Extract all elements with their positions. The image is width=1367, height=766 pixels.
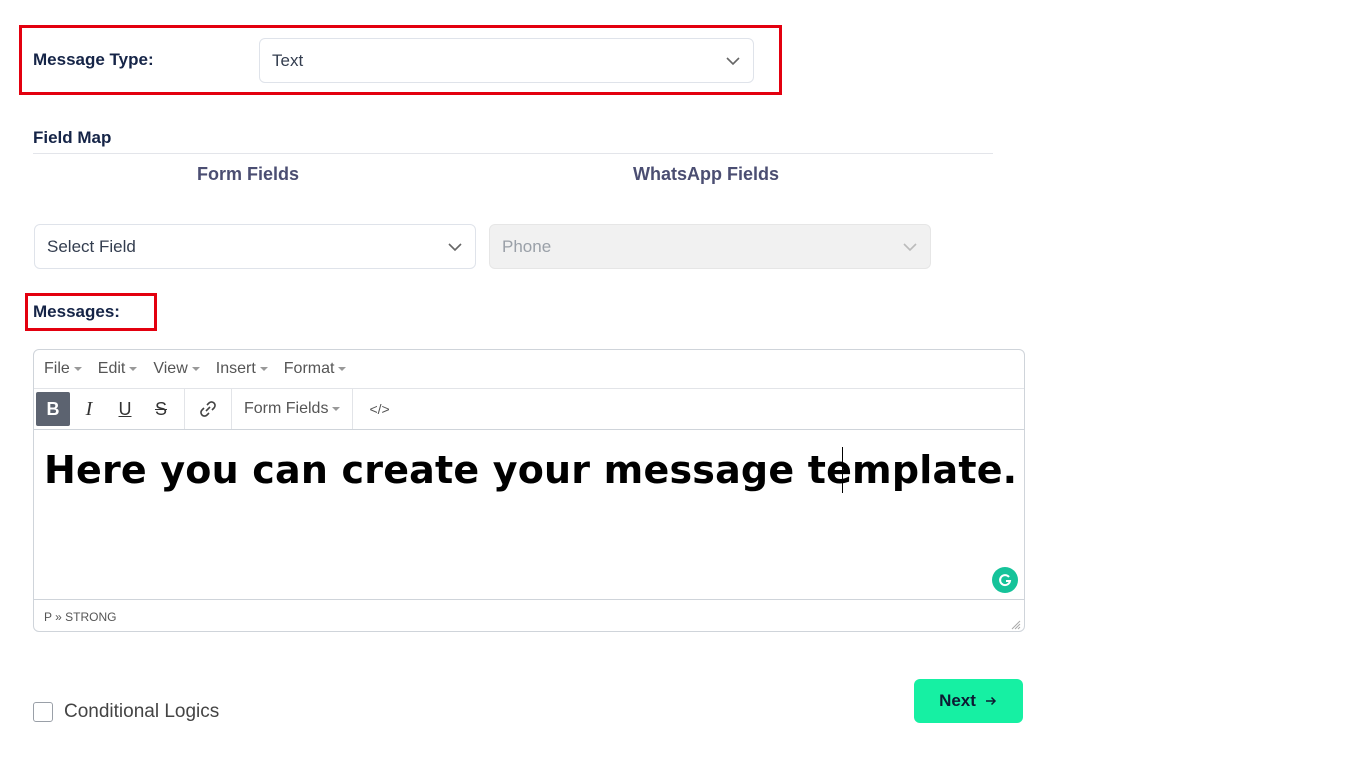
menu-view[interactable]: View [153,360,200,378]
conditional-logics-label: Conditional Logics [64,701,220,722]
menu-insert[interactable]: Insert [216,360,268,378]
strikethrough-button[interactable]: S [144,392,178,426]
message-template-text: Here you can create your message templat… [44,448,1018,492]
form-fields-dropdown[interactable]: Form Fields [238,400,346,418]
message-type-value: Text [272,50,304,70]
chevron-down-icon [448,242,462,251]
menu-edit[interactable]: Edit [98,360,138,378]
whatsapp-fields-header: WhatsApp Fields [633,164,780,184]
field-map-divider [33,153,993,154]
toolbar-divider [231,389,232,429]
resize-handle-icon[interactable] [1011,620,1021,630]
link-icon [200,401,216,417]
form-fields-header: Form Fields [197,164,300,184]
link-button[interactable] [191,392,225,426]
element-path: P » STRONG [44,609,117,624]
next-button[interactable]: Next [914,679,1023,723]
grammarly-icon[interactable] [992,567,1018,593]
bold-button[interactable]: B [36,392,70,426]
grammarly-g-icon [999,574,1012,587]
conditional-logics-checkbox[interactable] [33,702,53,722]
italic-button[interactable]: I [72,392,106,426]
text-cursor [842,447,843,493]
message-type-label: Message Type: [33,50,154,69]
arrow-right-icon [985,696,996,706]
whatsapp-field-select: Phone [489,224,931,269]
chevron-down-icon [726,56,740,65]
whatsapp-field-value: Phone [502,236,552,256]
messages-label: Messages: [33,302,120,321]
underline-button[interactable]: U [108,392,142,426]
editor-toolbar: B I U S Form Fields </> [34,389,1024,430]
next-button-label: Next [939,691,976,710]
form-field-value: Select Field [47,236,136,256]
form-field-select[interactable]: Select Field [34,224,476,269]
chevron-down-icon [903,242,917,251]
menu-format[interactable]: Format [284,360,347,378]
menu-file[interactable]: File [44,360,82,378]
editor-menubar: File Edit View Insert Format [34,350,1024,389]
toolbar-divider [352,389,354,429]
message-editor: File Edit View Insert Format B I U S For… [33,349,1025,632]
editor-content-area[interactable]: Here you can create your message templat… [34,430,1024,600]
toolbar-divider [184,389,185,429]
message-type-select[interactable]: Text [259,38,754,83]
field-map-title: Field Map [33,128,112,147]
source-code-button[interactable]: </> [359,401,399,417]
editor-statusbar: P » STRONG [34,600,1024,631]
